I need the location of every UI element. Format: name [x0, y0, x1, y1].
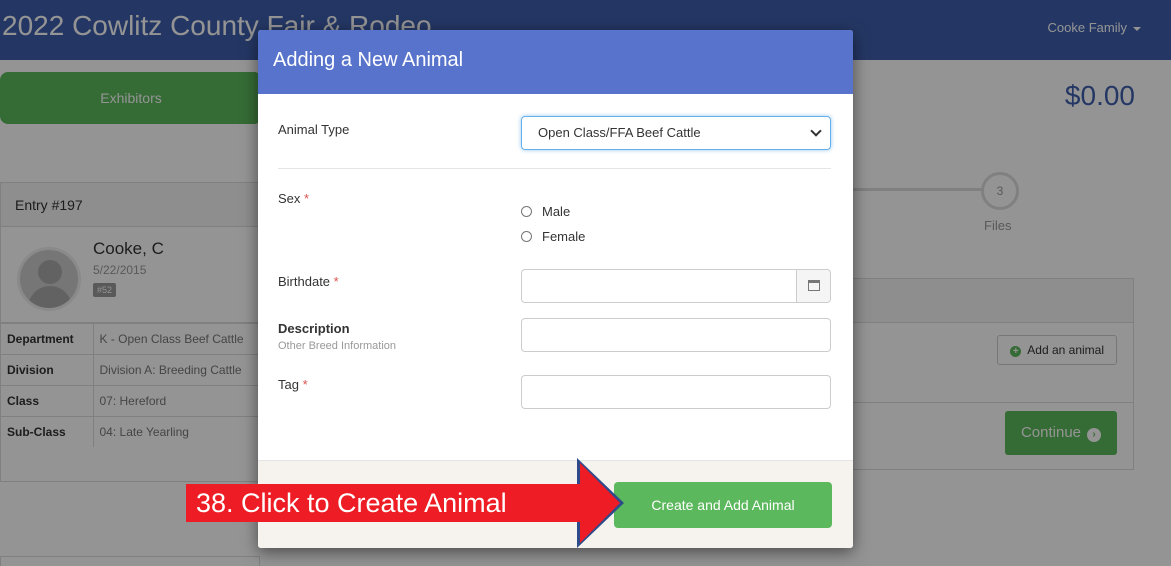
required-mark: * — [302, 377, 308, 392]
sex-label-text: Sex — [278, 191, 301, 206]
sex-label: Sex * — [278, 191, 309, 206]
instruction-callout: 38. Click to Create Animal — [186, 484, 592, 522]
modal-body: Animal Type Open Class/FFA Beef Cattle S… — [258, 94, 853, 460]
radio-button[interactable] — [521, 206, 532, 217]
required-mark: * — [333, 274, 339, 289]
divider — [278, 168, 831, 169]
birthdate-field[interactable] — [521, 269, 831, 303]
animal-type-select[interactable]: Open Class/FFA Beef Cattle — [521, 116, 831, 150]
add-animal-modal: Adding a New Animal Animal Type Open Cla… — [258, 30, 853, 548]
tag-label: Tag * — [278, 377, 308, 392]
required-mark: * — [304, 191, 310, 206]
description-field[interactable] — [521, 318, 831, 352]
radio-label: Male — [542, 204, 571, 219]
calendar-button[interactable] — [796, 270, 830, 302]
radio-label: Female — [542, 229, 586, 244]
modal-title: Adding a New Animal — [273, 49, 464, 71]
birthdate-label-text: Birthdate — [278, 274, 331, 289]
animal-type-label: Animal Type — [278, 122, 350, 137]
chevron-down-icon — [810, 125, 822, 137]
modal-header: Adding a New Animal — [258, 30, 853, 94]
radio-button[interactable] — [521, 231, 532, 242]
create-and-add-animal-button[interactable]: Create and Add Animal — [614, 482, 832, 528]
tag-label-text: Tag — [278, 377, 299, 392]
birthdate-label: Birthdate * — [278, 274, 339, 289]
description-sublabel: Other Breed Information — [278, 340, 397, 352]
sex-option-male[interactable]: Male — [521, 204, 570, 219]
tag-field[interactable] — [521, 375, 831, 409]
animal-type-value: Open Class/FFA Beef Cattle — [538, 125, 701, 140]
calendar-icon — [808, 280, 820, 291]
description-label: Description — [278, 321, 350, 336]
sex-option-female[interactable]: Female — [521, 229, 585, 244]
